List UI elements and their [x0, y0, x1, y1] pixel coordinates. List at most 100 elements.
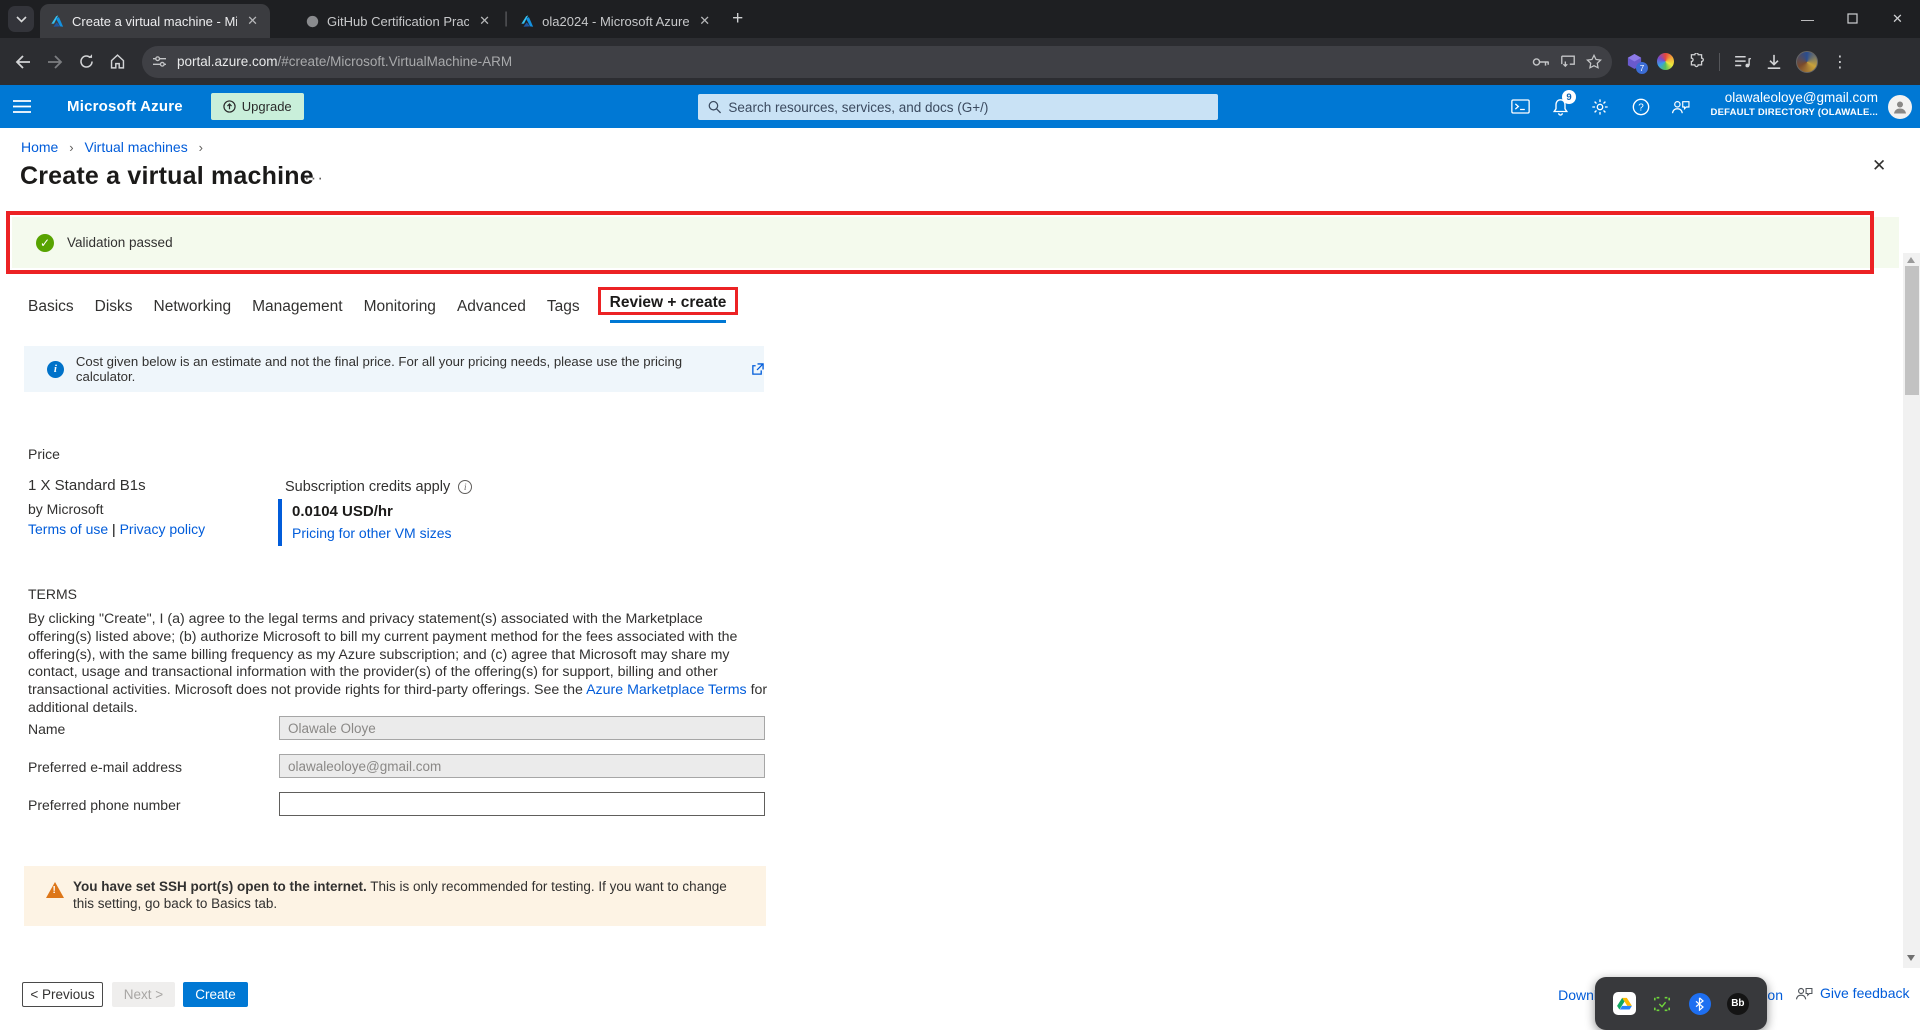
account-info[interactable]: olawaleoloye@gmail.com DEFAULT DIRECTORY…	[1711, 90, 1878, 119]
price-rate: 0.0104 USD/hr	[292, 503, 393, 520]
person-icon	[1892, 99, 1908, 115]
email-field[interactable]	[279, 754, 765, 778]
settings-gear-button[interactable]	[1583, 85, 1617, 128]
password-key-icon[interactable]	[1532, 56, 1550, 68]
bookmark-star-icon[interactable]	[1586, 54, 1602, 69]
bluetooth-icon[interactable]	[1689, 993, 1711, 1015]
svg-text:?: ?	[1638, 102, 1644, 113]
home-button[interactable]	[109, 53, 126, 70]
terms-heading: TERMS	[28, 586, 77, 602]
browser-profile-avatar[interactable]	[1796, 51, 1818, 73]
terms-paragraph: By clicking "Create", I (a) agree to the…	[28, 611, 770, 718]
tab-title: ola2024 - Microsoft Azure	[542, 14, 689, 29]
phone-label: Preferred phone number	[28, 797, 181, 813]
google-drive-icon[interactable]	[1613, 992, 1636, 1015]
tab-basics[interactable]: Basics	[28, 291, 74, 328]
extensions-puzzle-button[interactable]	[1688, 53, 1705, 70]
browser-tab-3[interactable]: ola2024 - Microsoft Azure ✕	[510, 4, 722, 38]
tab-networking[interactable]: Networking	[154, 291, 232, 328]
next-button[interactable]: Next >	[112, 982, 175, 1007]
browser-tab-2[interactable]: GitHub Certification Practice Ex ✕	[296, 4, 502, 38]
window-close-button[interactable]: ✕	[1875, 11, 1920, 27]
url-text[interactable]: portal.azure.com/#create/Microsoft.Virtu…	[177, 54, 1522, 69]
give-feedback[interactable]: Give feedback	[1795, 985, 1910, 1001]
breadcrumb-virtual-machines[interactable]: Virtual machines	[84, 139, 187, 155]
tab-tags[interactable]: Tags	[547, 291, 580, 328]
cloud-shell-button[interactable]	[1503, 85, 1537, 128]
screen-capture-icon[interactable]	[1652, 995, 1672, 1013]
help-button[interactable]: ?	[1624, 85, 1658, 128]
link-separator: |	[108, 521, 119, 537]
feedback-button[interactable]	[1663, 85, 1697, 128]
browser-menu-button[interactable]: ⋮	[1832, 52, 1848, 72]
tab-separator: |	[504, 10, 508, 28]
account-avatar[interactable]	[1888, 95, 1912, 119]
tab-advanced[interactable]: Advanced	[457, 291, 526, 328]
tab-title: Create a virtual machine - Micr	[72, 14, 237, 29]
other-vm-sizes-link[interactable]: Pricing for other VM sizes	[292, 525, 452, 541]
scrollbar-thumb[interactable]	[1905, 266, 1919, 395]
install-app-icon[interactable]	[1560, 54, 1576, 69]
tab-management[interactable]: Management	[252, 291, 342, 328]
browser-tab-active[interactable]: Create a virtual machine - Micr ✕	[40, 4, 270, 38]
notifications-button[interactable]: 9	[1543, 85, 1577, 128]
screen: Create a virtual machine - Micr ✕ GitHub…	[0, 0, 1920, 1030]
warning-icon	[46, 882, 64, 898]
scroll-down-arrow[interactable]	[1907, 955, 1915, 961]
toolbar-right: 7 ⋮	[1626, 51, 1848, 73]
tab-disks[interactable]: Disks	[95, 291, 133, 328]
price-accent-bar	[278, 499, 282, 546]
search-icon	[708, 100, 721, 114]
credits-info-icon[interactable]: i	[458, 480, 472, 494]
phone-field[interactable]	[279, 792, 765, 816]
account-directory: DEFAULT DIRECTORY (OLAWALE...	[1711, 107, 1878, 119]
tab-close-icon[interactable]: ✕	[245, 13, 260, 29]
tab-search-chevron-button[interactable]	[8, 6, 34, 32]
window-controls: — ✕	[1785, 0, 1920, 38]
reload-button[interactable]	[78, 53, 95, 70]
tab-close-icon[interactable]: ✕	[477, 13, 492, 29]
marketplace-terms-link[interactable]: Azure Marketplace Terms	[586, 682, 747, 698]
upgrade-button[interactable]: Upgrade	[211, 93, 304, 120]
previous-button[interactable]: < Previous	[22, 982, 103, 1007]
title-more-button[interactable]: ···	[304, 168, 324, 188]
site-settings-icon[interactable]	[152, 55, 167, 68]
media-controls-button[interactable]	[1734, 55, 1752, 69]
back-button[interactable]	[14, 54, 32, 70]
give-feedback-link[interactable]: Give feedback	[1820, 985, 1910, 1001]
cost-info-banner: i Cost given below is an estimate and no…	[24, 346, 764, 392]
extension-1-button[interactable]: 7	[1626, 53, 1643, 70]
azure-favicon	[520, 14, 534, 28]
azure-search[interactable]	[698, 94, 1218, 120]
search-input[interactable]	[728, 100, 1208, 115]
window-minimize-button[interactable]: —	[1785, 12, 1830, 27]
vertical-scrollbar[interactable]	[1903, 253, 1920, 968]
price-publisher: by Microsoft	[28, 501, 103, 517]
scroll-up-arrow[interactable]	[1907, 257, 1915, 263]
browser-tab-strip: Create a virtual machine - Micr ✕ GitHub…	[0, 0, 1920, 38]
forward-button[interactable]	[46, 54, 64, 70]
system-tray-overlay: Bb	[1595, 977, 1767, 1030]
terms-of-use-link[interactable]: Terms of use	[28, 521, 108, 537]
address-bar[interactable]: portal.azure.com/#create/Microsoft.Virtu…	[142, 46, 1612, 78]
create-button[interactable]: Create	[183, 982, 248, 1007]
breadcrumb-home[interactable]: Home	[21, 139, 58, 155]
tab-monitoring[interactable]: Monitoring	[364, 291, 436, 328]
extension-2-icon[interactable]	[1657, 53, 1674, 70]
page-close-button[interactable]: ✕	[1872, 156, 1886, 176]
tab-review-create[interactable]: Review + create	[610, 287, 727, 323]
new-tab-button[interactable]: +	[732, 8, 743, 30]
hamburger-menu-icon[interactable]	[13, 100, 31, 113]
window-maximize-button[interactable]	[1830, 12, 1875, 27]
azure-brand[interactable]: Microsoft Azure	[67, 98, 183, 115]
ssh-warning-banner: You have set SSH port(s) open to the int…	[24, 866, 766, 926]
downloads-button[interactable]	[1766, 54, 1782, 70]
external-link-icon[interactable]	[751, 363, 764, 376]
privacy-policy-link[interactable]: Privacy policy	[120, 521, 206, 537]
breadcrumb: Home › Virtual machines ›	[21, 139, 210, 155]
wizard-tabs: Basics Disks Networking Management Monit…	[28, 291, 726, 328]
tray-app-icon[interactable]: Bb	[1727, 993, 1749, 1015]
feedback-person-icon	[1795, 986, 1813, 1001]
name-field[interactable]	[279, 716, 765, 740]
tab-close-icon[interactable]: ✕	[697, 13, 712, 29]
